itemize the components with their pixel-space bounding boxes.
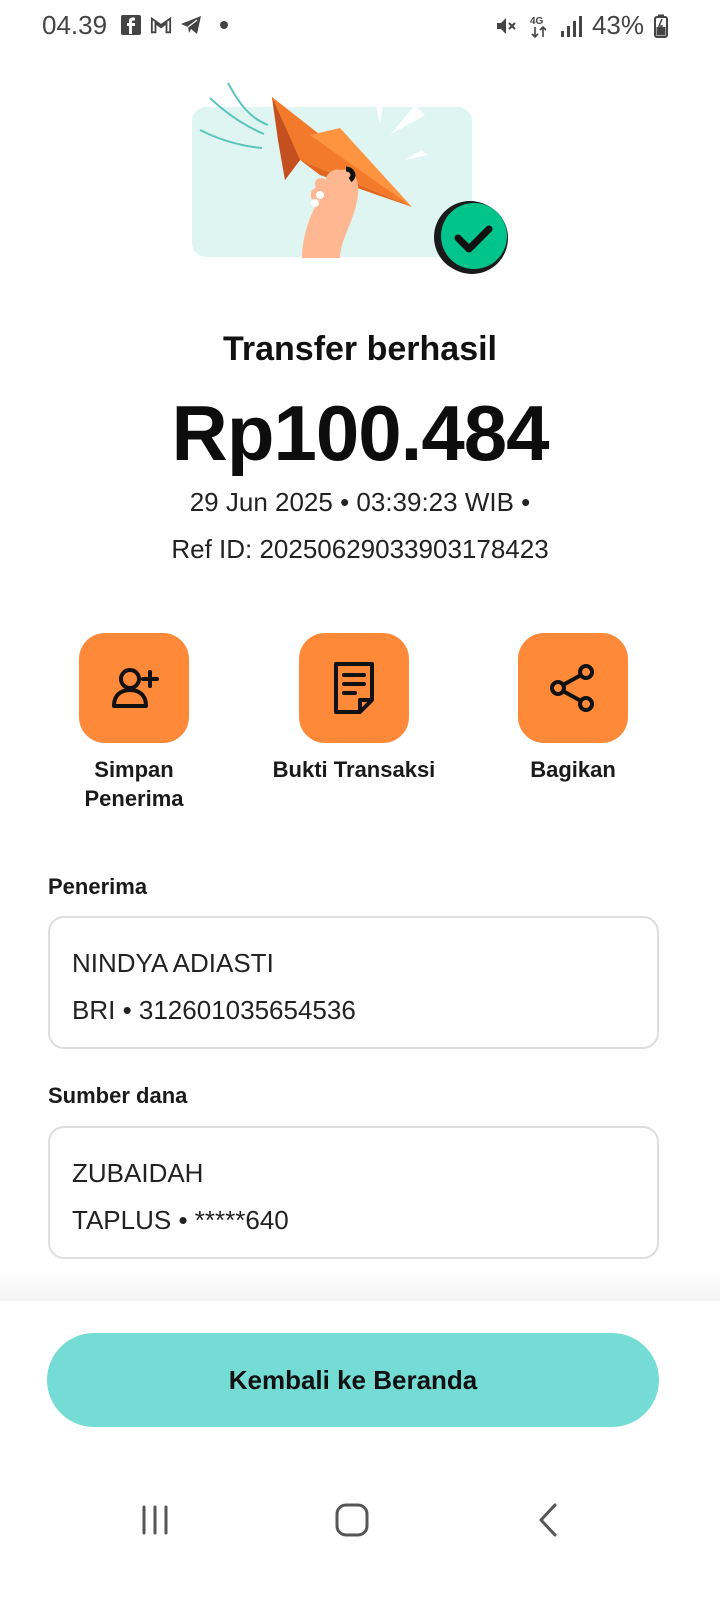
receipt-action[interactable]: Bukti Transaksi: [244, 633, 464, 784]
battery-percent: 43%: [591, 10, 644, 40]
source-section-label: Sumber dana: [48, 1083, 188, 1108]
save-recipient-label: Simpan Penerima: [84, 757, 184, 811]
share-action[interactable]: Bagikan: [463, 633, 683, 784]
battery-icon: [654, 14, 668, 38]
transfer-amount: Rp100.484: [171, 389, 550, 477]
back-to-home-button[interactable]: Kembali ke Beranda: [47, 1333, 659, 1427]
receipt-icon: [334, 662, 374, 714]
source-name: ZUBAIDAH: [72, 1158, 204, 1188]
transfer-status-title: Transfer berhasil: [222, 330, 497, 368]
share-button[interactable]: [518, 633, 628, 743]
status-bar: 04.39 4G 43%: [0, 0, 720, 52]
home-nav-button[interactable]: [322, 1490, 382, 1550]
receipt-button[interactable]: [299, 633, 409, 743]
home-nav-icon: [335, 1503, 369, 1537]
transfer-ref-id: Ref ID: 20250629033903178423: [171, 534, 549, 564]
telegram-icon: [181, 16, 201, 34]
recent-apps-button[interactable]: [125, 1490, 185, 1550]
recipient-card: NINDYA ADIASTI BRI • 312601035654536: [48, 916, 659, 1049]
network-4g-icon: 4G: [530, 16, 547, 38]
notification-icons: [120, 14, 228, 36]
save-recipient-button[interactable]: [79, 633, 189, 743]
recipient-section-label: Penerima: [48, 874, 148, 899]
share-label: Bagikan: [530, 757, 616, 782]
gmail-icon: [150, 16, 172, 34]
save-recipient-action[interactable]: Simpan Penerima: [24, 633, 244, 813]
share-icon: [550, 664, 594, 712]
source-card: ZUBAIDAH TAPLUS • *****640: [48, 1126, 659, 1259]
back-nav-button[interactable]: [519, 1490, 579, 1550]
add-user-icon: [112, 668, 159, 708]
system-nav-bar: [0, 1490, 720, 1560]
bottom-divider-shadow: [0, 1270, 720, 1302]
recent-apps-icon: [142, 1505, 168, 1535]
source-account: TAPLUS • *****640: [72, 1205, 289, 1235]
recipient-account: BRI • 312601035654536: [72, 995, 356, 1025]
recipient-name: NINDYA ADIASTI: [72, 948, 274, 978]
status-time: 04.39: [42, 10, 108, 40]
signal-icon: [560, 15, 582, 37]
system-status: 4G 43%: [494, 10, 668, 41]
back-nav-icon: [539, 1503, 557, 1537]
more-notifications-dot: [220, 21, 228, 29]
svg-text:4G: 4G: [530, 16, 544, 27]
mute-icon: [496, 17, 516, 34]
receipt-label: Bukti Transaksi: [272, 757, 436, 782]
facebook-icon: [121, 15, 141, 35]
transfer-datetime: 29 Jun 2025 • 03:39:23 WIB •: [189, 487, 531, 517]
success-illustration: [192, 82, 508, 274]
